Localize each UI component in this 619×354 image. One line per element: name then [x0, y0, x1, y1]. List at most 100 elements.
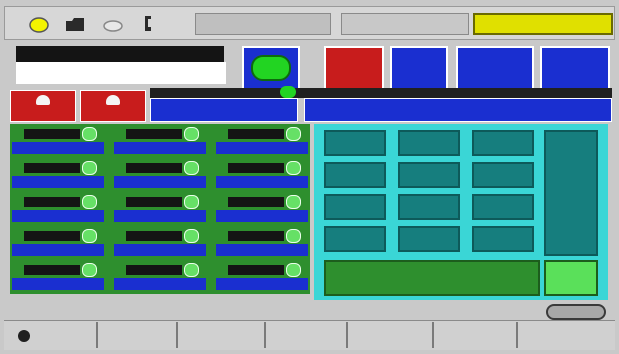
- cell-bar: [114, 244, 206, 256]
- keypad-key[interactable]: [472, 194, 534, 220]
- phone-icon[interactable]: [137, 13, 161, 35]
- red-action-button-2[interactable]: [80, 90, 146, 122]
- indicator-grid: [10, 124, 310, 294]
- value-display-right: [304, 98, 612, 122]
- yellow-lamp-icon: [29, 17, 49, 33]
- lamp-icon: [184, 127, 199, 141]
- keypad-key[interactable]: [472, 130, 534, 156]
- lamp-icon: [184, 161, 199, 175]
- keypad-key[interactable]: [324, 226, 386, 252]
- nav-divider: [432, 322, 434, 348]
- cell-label: [126, 197, 182, 207]
- screen-title: [16, 46, 224, 62]
- nav-divider: [516, 322, 518, 348]
- cell-label: [228, 129, 284, 139]
- grid-cell[interactable]: [216, 194, 308, 222]
- grid-cell[interactable]: [12, 160, 104, 188]
- lamp-icon: [286, 161, 301, 175]
- lamp-icon: [82, 263, 97, 277]
- keypad-key[interactable]: [398, 130, 460, 156]
- grid-cell[interactable]: [12, 228, 104, 256]
- hmi-screen: [0, 0, 619, 354]
- top-field-a: [195, 13, 331, 35]
- cell-label: [228, 265, 284, 275]
- lamp-icon: [286, 127, 301, 141]
- cell-label: [126, 129, 182, 139]
- stop-button[interactable]: [324, 46, 384, 90]
- keypad-key[interactable]: [398, 226, 460, 252]
- mode-button-3[interactable]: [540, 46, 610, 90]
- start-button-label: [251, 55, 291, 81]
- nav-divider: [346, 322, 348, 348]
- lamp-icon: [82, 195, 97, 209]
- cell-bar: [12, 244, 104, 256]
- nav-divider: [264, 322, 266, 348]
- lamp-icon: [286, 229, 301, 243]
- grid-cell[interactable]: [12, 194, 104, 222]
- cell-label: [126, 231, 182, 241]
- header-blank: [16, 62, 226, 84]
- lamp-icon: [82, 161, 97, 175]
- grid-cell[interactable]: [114, 262, 206, 290]
- cell-label: [228, 231, 284, 241]
- nav-divider: [176, 322, 178, 348]
- keypad-enter-key[interactable]: [324, 260, 540, 296]
- cell-label: [228, 197, 284, 207]
- nav-divider: [96, 322, 98, 348]
- grid-cell[interactable]: [12, 126, 104, 154]
- grid-cell[interactable]: [114, 228, 206, 256]
- cell-label: [126, 163, 182, 173]
- cell-bar: [12, 210, 104, 222]
- cloud-icon: [103, 20, 123, 32]
- cell-bar: [12, 278, 104, 290]
- cell-bar: [114, 142, 206, 154]
- page-toggle-button[interactable]: [546, 304, 606, 320]
- lamp-icon: [184, 263, 199, 277]
- cell-label: [228, 163, 284, 173]
- cell-bar: [216, 278, 308, 290]
- alarm-icon: [106, 95, 120, 105]
- keypad-key[interactable]: [472, 162, 534, 188]
- lamp-icon: [286, 195, 301, 209]
- grid-cell[interactable]: [114, 160, 206, 188]
- status-dot-icon: [18, 330, 30, 342]
- indicator-lamp: [280, 86, 296, 98]
- lamp-icon: [184, 229, 199, 243]
- cell-label: [24, 163, 80, 173]
- numeric-keypad: [314, 124, 608, 300]
- cell-bar: [216, 142, 308, 154]
- cell-bar: [114, 210, 206, 222]
- section-header-strip: [150, 88, 612, 98]
- grid-cell[interactable]: [216, 228, 308, 256]
- keypad-key[interactable]: [398, 162, 460, 188]
- lamp-icon: [82, 229, 97, 243]
- grid-cell[interactable]: [12, 262, 104, 290]
- cell-bar: [216, 176, 308, 188]
- grid-cell[interactable]: [216, 262, 308, 290]
- keypad-confirm-key[interactable]: [544, 260, 598, 296]
- grid-cell[interactable]: [114, 194, 206, 222]
- keypad-key[interactable]: [324, 130, 386, 156]
- cell-bar: [114, 176, 206, 188]
- keypad-key[interactable]: [324, 194, 386, 220]
- red-action-button-1[interactable]: [10, 90, 76, 122]
- grid-cell[interactable]: [216, 126, 308, 154]
- grid-cell[interactable]: [216, 160, 308, 188]
- keypad-key[interactable]: [324, 162, 386, 188]
- status-indicator: [473, 13, 613, 35]
- cell-bar: [216, 210, 308, 222]
- start-button[interactable]: [242, 46, 300, 90]
- cell-label: [24, 265, 80, 275]
- grid-cell[interactable]: [114, 126, 206, 154]
- cell-bar: [216, 244, 308, 256]
- lamp-icon: [184, 195, 199, 209]
- lamp-icon: [82, 127, 97, 141]
- keypad-key[interactable]: [398, 194, 460, 220]
- mode-button-2[interactable]: [456, 46, 534, 90]
- cell-label: [24, 129, 80, 139]
- mode-button-1[interactable]: [390, 46, 448, 90]
- keypad-clear-key[interactable]: [544, 130, 598, 256]
- cell-label: [126, 265, 182, 275]
- keypad-key[interactable]: [472, 226, 534, 252]
- cell-label: [24, 231, 80, 241]
